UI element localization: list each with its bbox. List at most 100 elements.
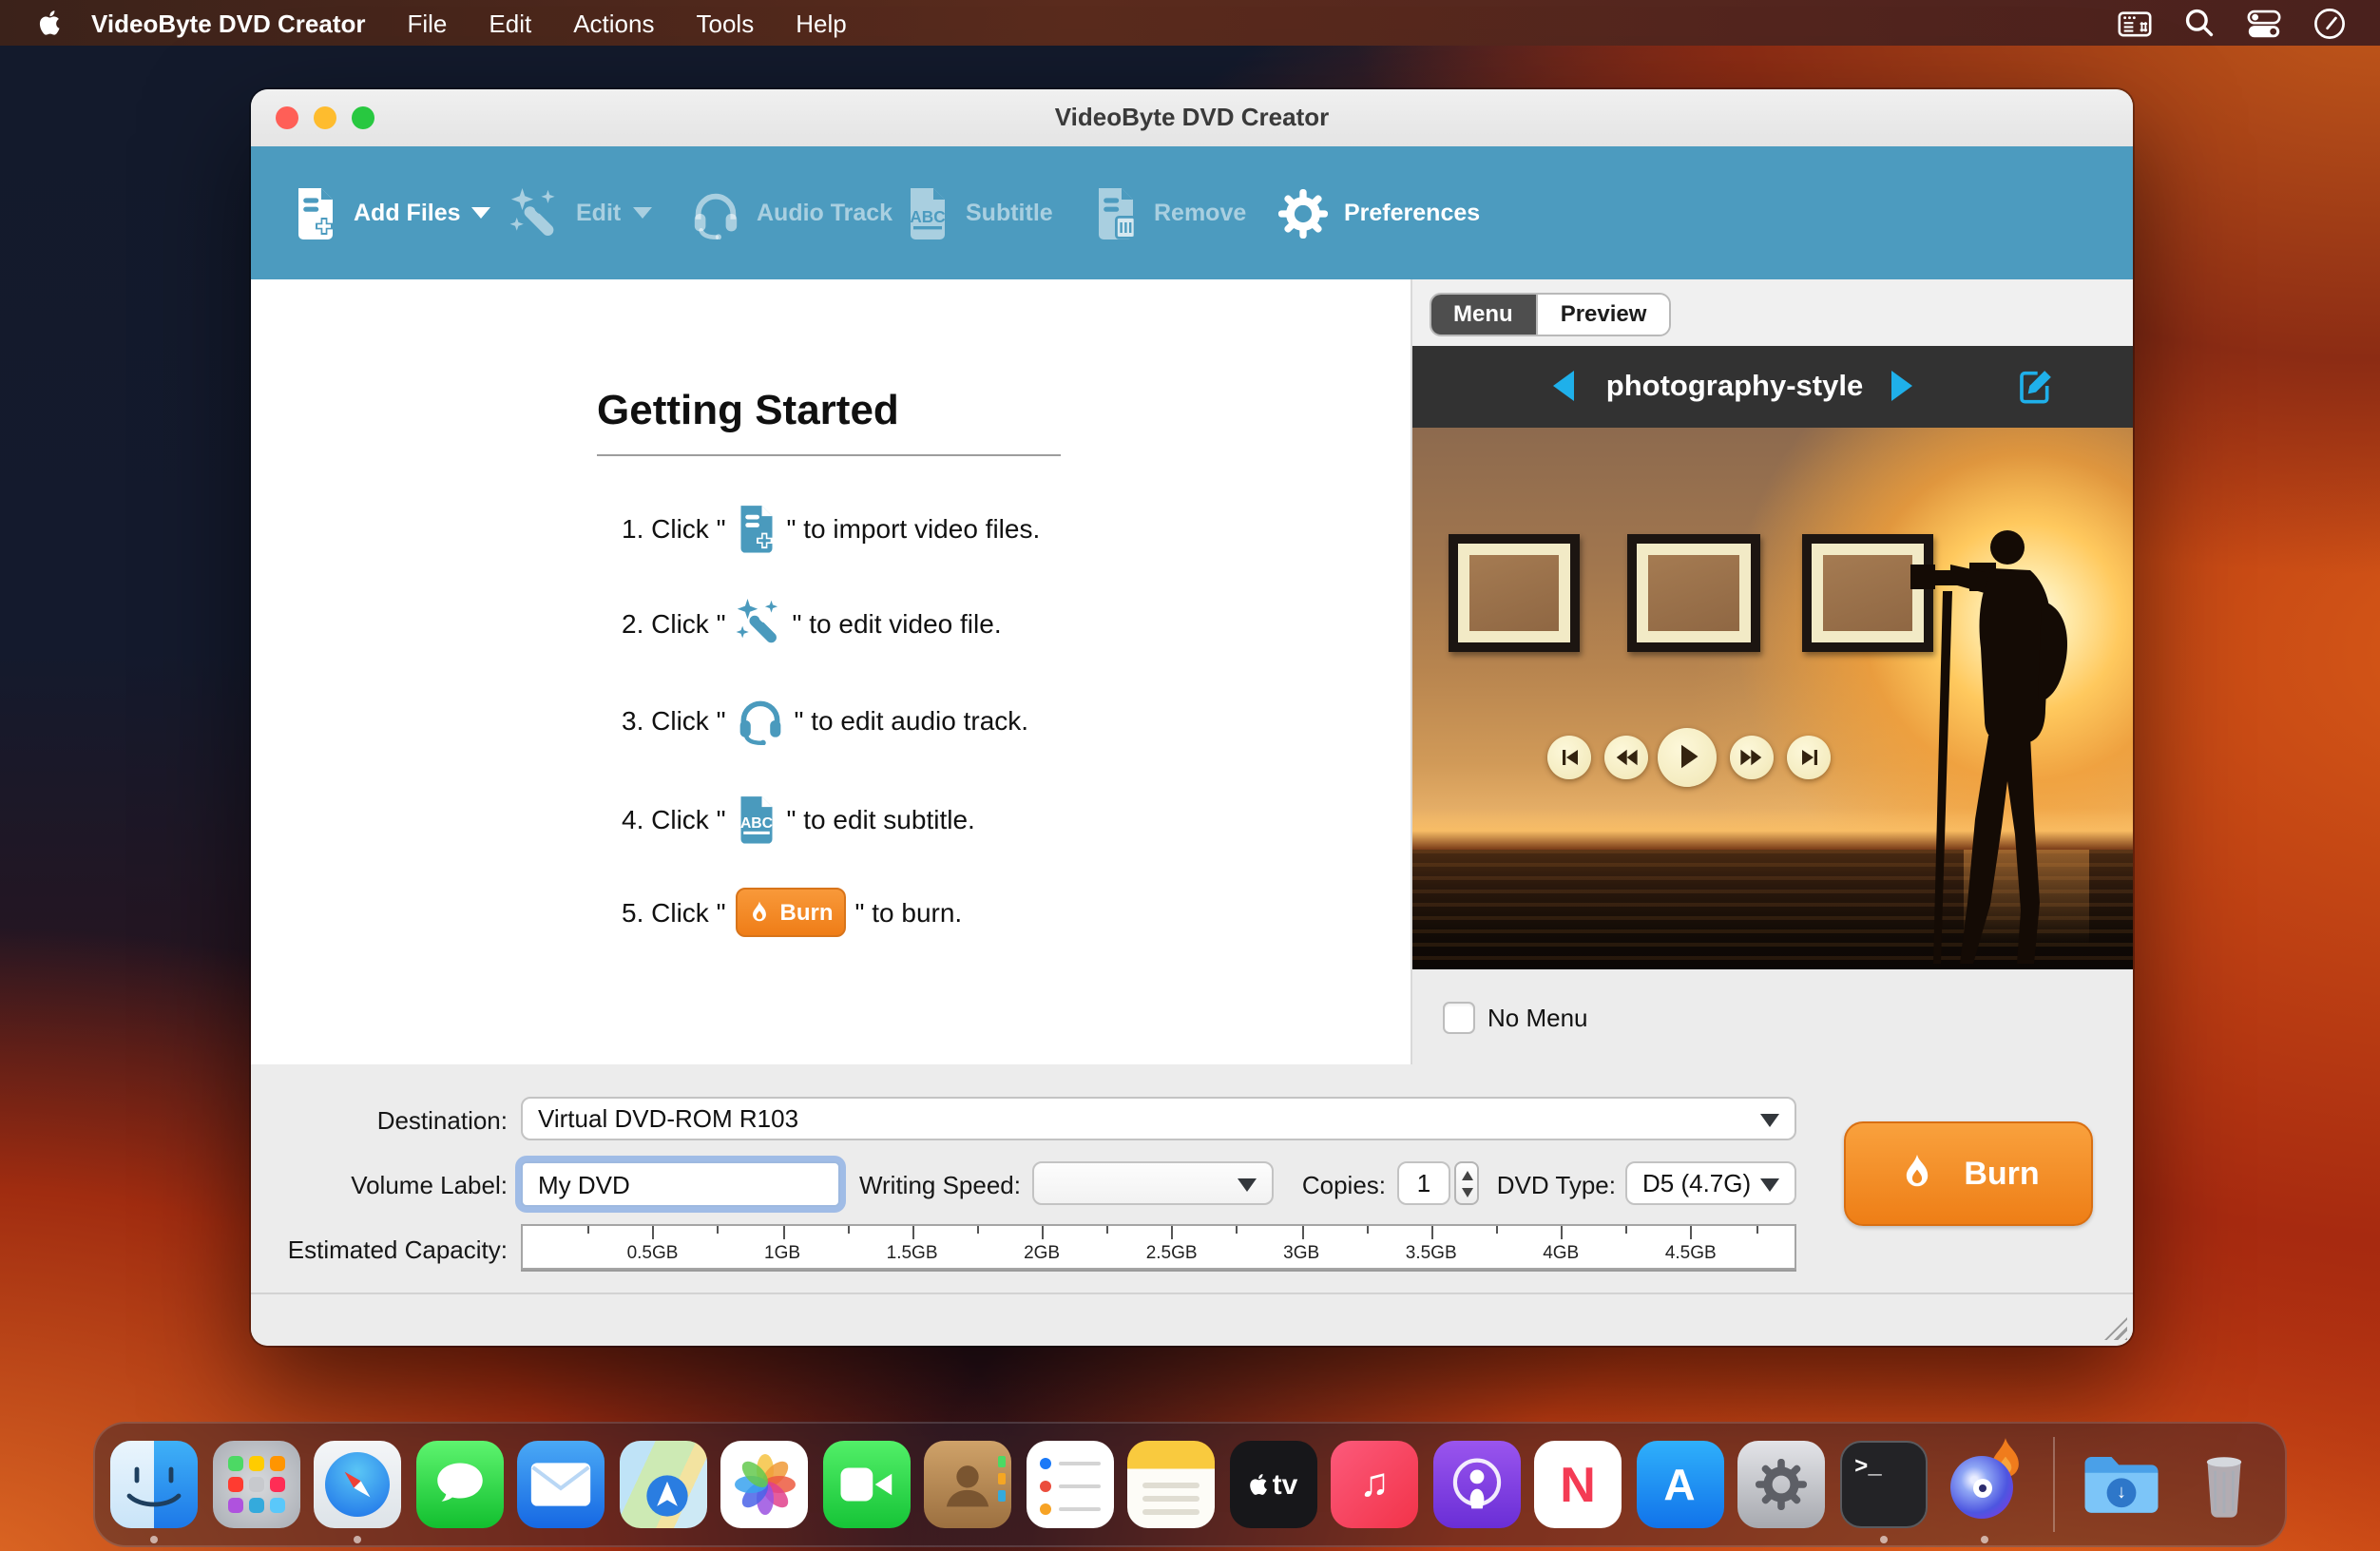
burn-settings-bar: Destination: Virtual DVD-ROM R103 Volume… [251, 1064, 2133, 1292]
dock-item-podcasts[interactable] [1432, 1441, 1520, 1528]
dock-item-music[interactable]: ♫ [1331, 1441, 1418, 1528]
capacity-tick [1626, 1226, 1628, 1234]
dock-item-trash[interactable] [2179, 1441, 2267, 1528]
edit-template-icon[interactable] [2016, 367, 2054, 414]
audio-track-button[interactable]: Audio Track [690, 146, 892, 279]
volume-label-input[interactable]: My DVD [521, 1161, 840, 1207]
tab-preview[interactable]: Preview [1536, 295, 1670, 335]
dock-item-notes[interactable] [1127, 1441, 1215, 1528]
window-title-bar[interactable]: VideoByte DVD Creator [251, 89, 2133, 148]
mail-icon [517, 1441, 605, 1528]
capacity-scale-label: 3.5GB [1406, 1243, 1457, 1264]
menu-actions[interactable]: Actions [573, 9, 654, 37]
copies-input[interactable]: 1 [1397, 1161, 1450, 1205]
menu-help[interactable]: Help [796, 9, 847, 37]
capacity-scale-label: 1.5GB [887, 1243, 938, 1264]
photo-frame-2 [1626, 534, 1759, 652]
dock-item-contacts[interactable] [924, 1441, 1011, 1528]
flame-icon [748, 900, 773, 925]
dock-item-safari[interactable] [314, 1441, 401, 1528]
no-menu-label: No Menu [1488, 1003, 1588, 1031]
dock-item-news[interactable]: N [1534, 1441, 1622, 1528]
chevron-down-icon [1238, 1178, 1257, 1191]
destination-dropdown[interactable]: Virtual DVD-ROM R103 [521, 1097, 1796, 1140]
dock-item-terminal[interactable]: >_ [1839, 1441, 1927, 1528]
dock-item-launchpad[interactable] [212, 1441, 299, 1528]
capacity-scale-label: 0.5GB [627, 1243, 679, 1264]
music-note-glyph: ♫ [1331, 1441, 1418, 1528]
dock-item-facetime[interactable] [822, 1441, 910, 1528]
dvd-type-dropdown[interactable]: D5 (4.7G) [1625, 1161, 1796, 1205]
stepper-down-icon[interactable] [1461, 1187, 1472, 1197]
skip-forward-button[interactable] [1787, 735, 1831, 778]
toolbar-label-subtitle: Subtitle [966, 200, 1053, 226]
stepper-up-icon[interactable] [1461, 1170, 1472, 1179]
no-menu-checkbox[interactable] [1442, 1001, 1474, 1033]
dock-separator [2052, 1437, 2054, 1532]
writing-speed-dropdown[interactable] [1032, 1161, 1274, 1205]
control-center-icon[interactable] [2247, 7, 2281, 39]
toolbar-label-add-files: Add Files [354, 200, 461, 226]
dock-item-mail[interactable] [517, 1441, 605, 1528]
burn-button[interactable]: Burn [1844, 1121, 2093, 1226]
dock-item-system-settings[interactable] [1737, 1441, 1825, 1528]
dock-item-videobyte-dvd-creator[interactable] [1941, 1441, 2028, 1528]
chevron-down-icon [1760, 1178, 1779, 1191]
preferences-button[interactable]: Preferences [1277, 146, 1480, 279]
dock-item-messages[interactable] [415, 1441, 503, 1528]
menu-bar-app-name[interactable]: VideoByte DVD Creator [91, 9, 366, 37]
play-button[interactable] [1658, 727, 1717, 786]
add-files-button[interactable]: Add Files [293, 146, 491, 279]
clock-icon[interactable] [2313, 7, 2346, 39]
remove-button[interactable]: Remove [1093, 146, 1246, 279]
notes-icon [1127, 1441, 1215, 1528]
getting-started-step-5: 5. Click " Burn " to burn. [622, 888, 962, 937]
menu-edit[interactable]: Edit [489, 9, 531, 37]
volume-label-label: Volume Label: [251, 1171, 508, 1199]
next-template-icon[interactable] [1891, 371, 1911, 401]
capacity-scale-label: 3GB [1283, 1243, 1319, 1264]
estimated-capacity-label: Estimated Capacity: [251, 1235, 508, 1264]
capacity-scale-label: 4.5GB [1665, 1243, 1717, 1264]
menu-file[interactable]: File [408, 9, 448, 37]
menu-tools[interactable]: Tools [697, 9, 755, 37]
copies-stepper[interactable] [1454, 1161, 1479, 1205]
flame-icon [1897, 1154, 1937, 1194]
previous-template-icon[interactable] [1552, 371, 1573, 401]
terminal-glyph: >_ [1841, 1443, 1925, 1526]
music-icon: ♫ [1331, 1441, 1418, 1528]
edit-button[interactable]: Edit [509, 146, 651, 279]
subtitle-button[interactable]: Subtitle [905, 146, 1053, 279]
dock-item-photos[interactable] [720, 1441, 808, 1528]
toolbar-label-remove: Remove [1154, 200, 1246, 226]
dock-item-reminders[interactable] [1026, 1441, 1113, 1528]
rewind-button[interactable] [1604, 735, 1648, 778]
resize-grip[interactable] [2104, 1317, 2127, 1340]
skip-back-button[interactable] [1547, 735, 1591, 778]
keyboard-switcher-icon[interactable] [2118, 7, 2152, 39]
window-title: VideoByte DVD Creator [251, 89, 2133, 146]
dock-item-app-store[interactable]: A [1636, 1441, 1723, 1528]
dock-item-tv[interactable]: tv [1229, 1441, 1316, 1528]
template-name: photography-style [1602, 346, 1868, 428]
apple-menu-icon[interactable] [36, 8, 61, 38]
capacity-tick [1237, 1226, 1238, 1234]
contacts-icon [924, 1441, 1011, 1528]
capacity-tick [587, 1226, 589, 1234]
panel-header: Menu Preview [1411, 279, 2133, 346]
menu-preview-panel: Menu Preview photography-style [1410, 279, 2133, 1064]
dock-item-maps[interactable] [619, 1441, 706, 1528]
fast-forward-button[interactable] [1730, 735, 1774, 778]
destination-label: Destination: [251, 1106, 508, 1135]
add-files-icon [736, 504, 777, 553]
dvd-menu-preview[interactable] [1411, 428, 2133, 969]
step-text: 4. Click " [622, 804, 726, 834]
capacity-tick [847, 1226, 849, 1234]
dock-item-finder[interactable] [110, 1441, 198, 1528]
news-icon: N [1534, 1441, 1622, 1528]
search-icon[interactable] [2184, 8, 2215, 38]
tab-menu[interactable]: Menu [1430, 295, 1536, 335]
gear-icon [1277, 187, 1329, 239]
burn-chip-label: Burn [780, 899, 834, 926]
dock-item-downloads[interactable]: ↓ [2078, 1441, 2165, 1528]
